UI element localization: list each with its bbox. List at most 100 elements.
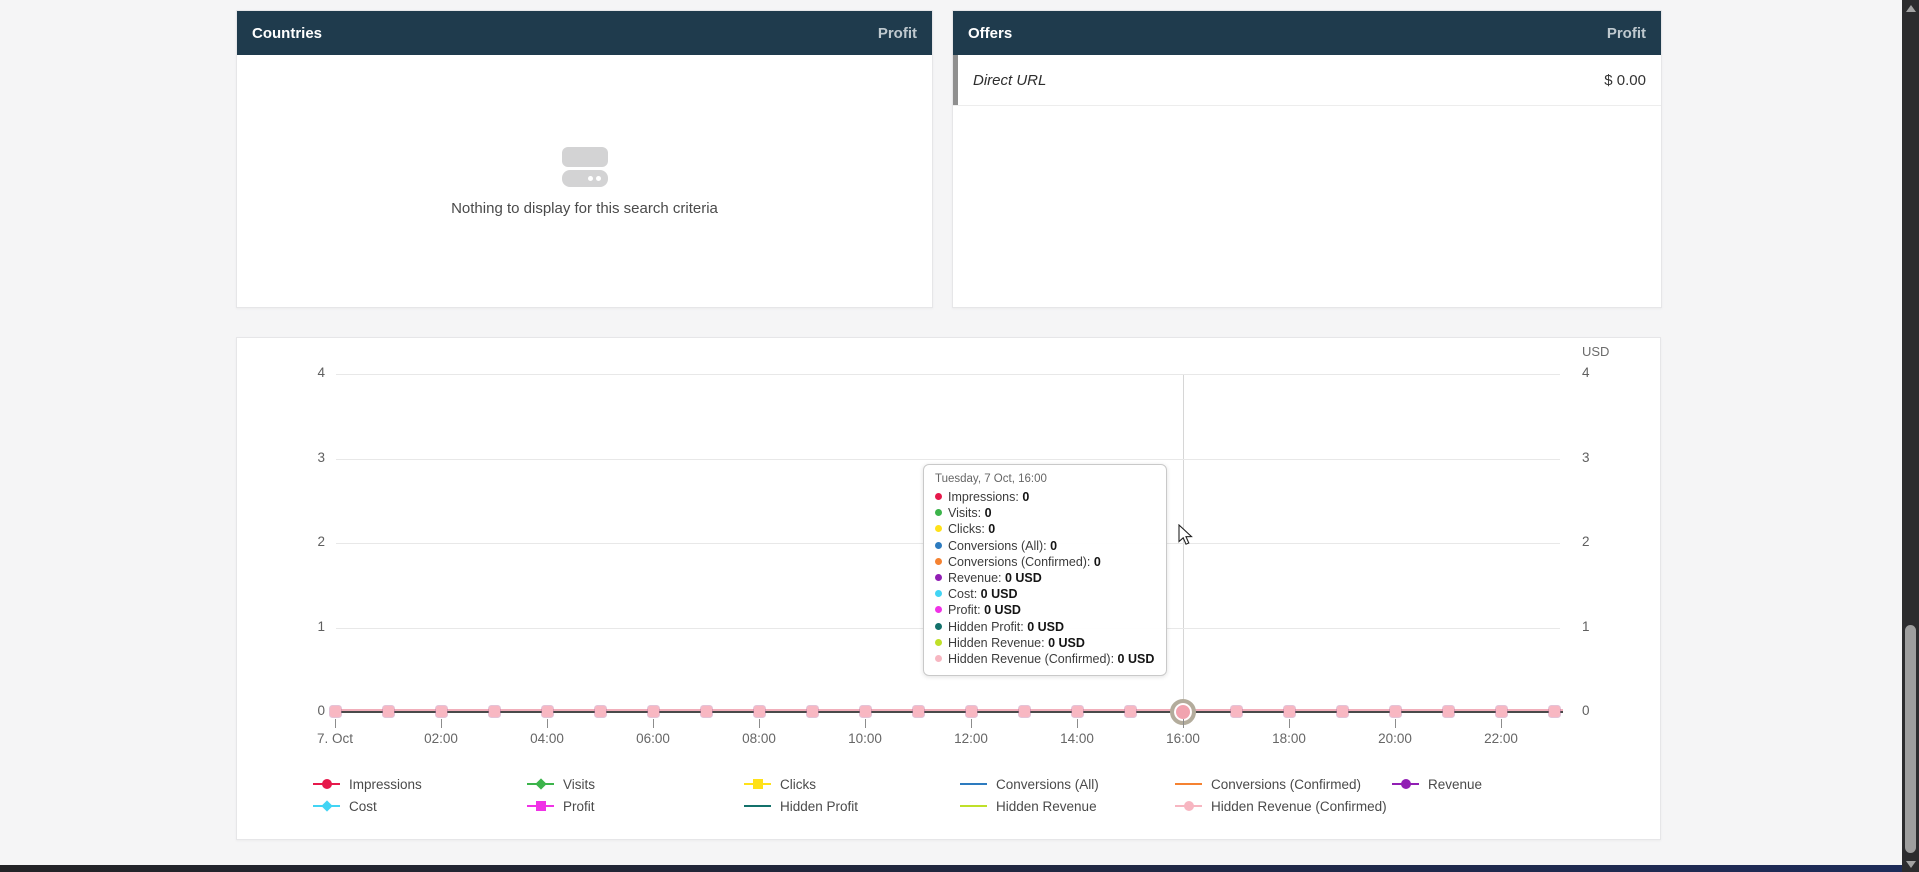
- page-background: Countries Profit Nothing to display for …: [0, 0, 1919, 872]
- tooltip-item-value: 0 USD: [1027, 620, 1064, 634]
- legend-item[interactable]: Cost: [313, 797, 377, 815]
- legend-item[interactable]: Revenue: [1392, 775, 1482, 793]
- tooltip-item: Conversions (Confirmed): 0: [935, 554, 1155, 570]
- tooltip-item-dot: [935, 574, 942, 581]
- y-axis-label-left: 3: [277, 450, 325, 465]
- data-point-marker: [1125, 706, 1136, 717]
- data-point-marker: [1337, 706, 1348, 717]
- legend-item[interactable]: Hidden Revenue: [960, 797, 1097, 815]
- legend-item[interactable]: Hidden Revenue (Confirmed): [1175, 797, 1387, 815]
- scrollbar-thumb[interactable]: [1905, 625, 1916, 853]
- legend-item[interactable]: Hidden Profit: [744, 797, 858, 815]
- y-axis-label-left: 4: [277, 365, 325, 380]
- data-point-marker: [489, 706, 500, 717]
- legend-item-label: Visits: [563, 777, 595, 792]
- mouse-cursor: [1178, 524, 1198, 546]
- x-axis-tick: [1183, 719, 1184, 728]
- y-axis-label-right: 1: [1582, 619, 1590, 634]
- y-axis-label-left: 0: [277, 703, 325, 718]
- dashboard-page: { "panels": { "countries": { "title": "C…: [0, 0, 1919, 872]
- y-axis-unit-label: USD: [1582, 344, 1609, 359]
- vertical-scrollbar[interactable]: [1902, 0, 1919, 872]
- legend-item[interactable]: Conversions (Confirmed): [1175, 775, 1361, 793]
- legend-item[interactable]: Visits: [527, 775, 595, 793]
- tooltip-item-value: 0: [1094, 555, 1101, 569]
- tooltip-item: Impressions: 0: [935, 489, 1155, 505]
- tooltip-title: Tuesday, 7 Oct, 16:00: [935, 473, 1155, 485]
- countries-panel-header: Countries Profit: [237, 11, 932, 55]
- legend-item-label: Hidden Revenue: [996, 799, 1097, 814]
- x-axis-tick: [1395, 719, 1396, 728]
- tooltip-item-label: Revenue:: [948, 571, 1005, 585]
- x-axis-label: 08:00: [724, 731, 794, 746]
- data-point-marker: [754, 706, 765, 717]
- grid-line: [336, 374, 1560, 375]
- legend-item-label: Conversions (All): [996, 777, 1099, 792]
- tooltip-item: Revenue: 0 USD: [935, 570, 1155, 586]
- scrollbar-down-arrow[interactable]: [1902, 856, 1919, 872]
- legend-marker-line: [960, 805, 987, 807]
- offer-name: Direct URL: [973, 72, 1604, 89]
- countries-empty-state: Nothing to display for this search crite…: [237, 147, 932, 217]
- offers-panel-header: Offers Profit: [953, 11, 1661, 55]
- legend-marker-line: [960, 783, 987, 785]
- tooltip-item-value: 0: [1050, 539, 1057, 553]
- legend-marker-line: [744, 805, 771, 807]
- tooltip-item-dot: [935, 606, 942, 613]
- x-axis-label: 12:00: [936, 731, 1006, 746]
- tooltip-item: Hidden Profit: 0 USD: [935, 619, 1155, 635]
- x-axis-label: 16:00: [1148, 731, 1218, 746]
- server-stack-icon-top: [562, 147, 608, 167]
- chart-panel: USD 7. Oct02:0004:0006:0008:0010:0012:00…: [236, 337, 1661, 840]
- offers-panel-title: Offers: [968, 25, 1012, 42]
- x-axis-tick: [971, 719, 972, 728]
- x-axis-tick: [1501, 719, 1502, 728]
- data-point-marker: [966, 706, 977, 717]
- legend-item[interactable]: Clicks: [744, 775, 816, 793]
- scrollbar-up-arrow[interactable]: [1902, 0, 1919, 16]
- legend-item[interactable]: Profit: [527, 797, 595, 815]
- legend-marker-icon: [313, 799, 340, 813]
- y-axis-label-right: 2: [1582, 534, 1590, 549]
- legend-item-label: Hidden Revenue (Confirmed): [1211, 799, 1387, 814]
- tooltip-items: Impressions: 0Visits: 0Clicks: 0Conversi…: [935, 489, 1155, 667]
- legend-item[interactable]: Impressions: [313, 775, 422, 793]
- legend-marker-icon: [1392, 777, 1419, 791]
- tooltip-item-label: Hidden Profit:: [948, 620, 1027, 634]
- tooltip-item-value: 0 USD: [981, 587, 1018, 601]
- data-point-marker: [383, 706, 394, 717]
- tooltip-item-value: 0: [1022, 490, 1029, 504]
- legend-marker-icon: [960, 799, 987, 813]
- data-point-marker: [648, 706, 659, 717]
- data-point-marker: [330, 706, 341, 717]
- legend-marker-diamond-icon: [535, 778, 546, 789]
- data-point-marker: [1496, 706, 1507, 717]
- tooltip-item-dot: [935, 623, 942, 630]
- grid-line: [336, 459, 1560, 460]
- tooltip-item-dot: [935, 509, 942, 516]
- x-axis-tick: [441, 719, 442, 728]
- tooltip-item-dot: [935, 525, 942, 532]
- tooltip-item-value: 0: [985, 506, 992, 520]
- legend-marker-icon: [313, 777, 340, 791]
- legend-marker-icon: [1175, 799, 1202, 813]
- tooltip-item-label: Conversions (Confirmed):: [948, 555, 1094, 569]
- tooltip-item: Conversions (All): 0: [935, 538, 1155, 554]
- x-axis-tick: [547, 719, 548, 728]
- legend-item-label: Conversions (Confirmed): [1211, 777, 1361, 792]
- tooltip-item-value: 0 USD: [1118, 652, 1155, 666]
- x-axis-tick: [335, 719, 336, 728]
- data-point-marker: [1284, 706, 1295, 717]
- data-point-marker: [595, 706, 606, 717]
- tooltip-item: Clicks: 0: [935, 521, 1155, 537]
- y-axis-label-right: 3: [1582, 450, 1590, 465]
- tooltip-item-label: Clicks:: [948, 522, 988, 536]
- legend-marker-line: [1175, 783, 1202, 785]
- x-axis-tick: [653, 719, 654, 728]
- offer-row-direct-url[interactable]: Direct URL $ 0.00: [953, 55, 1661, 106]
- legend-item[interactable]: Conversions (All): [960, 775, 1099, 793]
- tooltip-item-value: 0 USD: [1005, 571, 1042, 585]
- tooltip-item-value: 0 USD: [1048, 636, 1085, 650]
- legend-marker-icon: [744, 777, 771, 791]
- chart-plot-area: USD 7. Oct02:0004:0006:0008:0010:0012:00…: [237, 338, 1660, 839]
